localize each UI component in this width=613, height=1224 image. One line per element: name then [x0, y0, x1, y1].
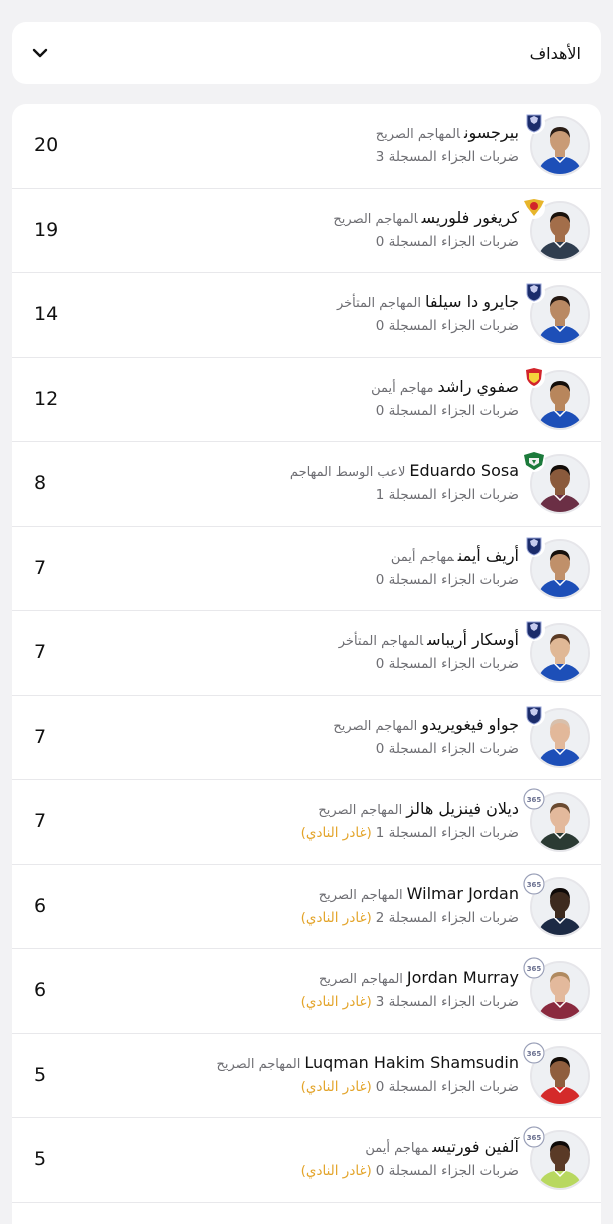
player-name: جايرو دا سيلفا [424, 292, 519, 311]
svg-text:365: 365 [527, 796, 542, 804]
player-name: Wilmar Jordan [406, 883, 519, 903]
penalties-scored: ضربات الجزاء المسجلة 0 [375, 1078, 519, 1095]
player-position: المهاجم الصريح [375, 127, 460, 142]
player-position: المهاجم الصريح [319, 972, 403, 987]
365-badge-icon: 365 [523, 872, 545, 895]
goals-count: 20 [34, 134, 59, 156]
365-badge-icon: 365 [523, 957, 545, 979]
svg-text:365: 365 [527, 1050, 542, 1058]
jdt-crest-icon [523, 112, 545, 134]
left-club-badge: (غادر النادي) [300, 1078, 372, 1095]
player-position: المهاجم الصريح [333, 718, 418, 734]
goals-count: 7 [34, 556, 47, 579]
jdt-crest-icon [523, 281, 545, 303]
left-club-badge: (غادر النادي) [300, 1163, 372, 1179]
penalties-scored: ضربات الجزاء المسجلة 0 [375, 656, 519, 672]
penalties-scored: ضربات الجزاء المسجلة 3 [375, 149, 519, 165]
player-position: مهاجم أيمن [371, 380, 434, 396]
svg-text:365: 365 [527, 881, 542, 889]
penalties-scored: ضربات الجزاء المسجلة 0 [375, 1163, 519, 1179]
player-position: المهاجم الصريح [318, 803, 403, 818]
365-badge-icon: 365 [523, 788, 545, 810]
selangor-crest-icon [523, 196, 545, 219]
goals-count: 6 [34, 894, 47, 917]
goals-count: 7 [34, 725, 47, 748]
penalties-scored: ضربات الجزاء المسجلة 0 [375, 740, 519, 757]
jdt-crest-icon [523, 619, 545, 641]
penalties-scored: ضربات الجزاء المسجلة 1 [375, 487, 519, 503]
goals-count: 12 [34, 387, 59, 410]
player-name: أوسكار أريباس [427, 630, 519, 649]
player-position: المهاجم الصريح [333, 211, 418, 227]
penalties-scored: ضربات الجزاء المسجلة 0 [375, 571, 519, 588]
stat-filter-label: الأهداف [529, 43, 581, 63]
player-name: صفوي راشد [437, 376, 519, 396]
player-name: أريف أيمن [457, 545, 519, 565]
player-name: Jordan Murray [406, 968, 519, 987]
svg-text:365: 365 [527, 1134, 542, 1142]
player-position: المهاجم المتأخر [338, 634, 424, 649]
jdt-crest-icon [523, 703, 545, 726]
chevron-down-icon[interactable] [28, 41, 52, 65]
left-club-badge: (غادر النادي) [300, 909, 372, 926]
goals-count: 6 [34, 979, 47, 1001]
penalties-scored: ضربات الجزاء المسجلة 0 [375, 402, 519, 419]
penalties-scored: ضربات الجزاء المسجلة 1 [375, 825, 519, 841]
player-position: المهاجم الصريح [318, 887, 403, 903]
player-name: ديلان فينزيل هالز [406, 799, 519, 818]
goals-count: 8 [34, 472, 47, 494]
top-scorers-list: بيرجسون المهاجم الصريح ضربات الجزاء المسجل… [12, 104, 601, 1224]
player-name: كريغور فلوريس [421, 207, 519, 227]
player-name: آلفين فورتيس [432, 1137, 519, 1156]
left-club-badge: (غادر النادي) [300, 994, 372, 1010]
goals-count: 19 [34, 218, 59, 241]
goals-count: 5 [34, 1063, 47, 1086]
goals-count: 7 [34, 641, 47, 663]
player-row[interactable]: 365 آلفين فورتيسمهاجم أيمن ضربات الجزاء ال… [12, 1118, 601, 1203]
player-position: المهاجم المتأخر [336, 296, 421, 311]
player-row[interactable]: أريف أيمنمهاجم أيمن ضربات الجزاء المسجلة … [12, 527, 601, 611]
player-row[interactable]: 365 Jordan Murrayالمهاجم الصريح ضربات الجز… [12, 949, 601, 1034]
penalties-scored: ضربات الجزاء المسجلة 2 [375, 909, 519, 926]
player-name: بيرجسون [464, 123, 519, 142]
player-row[interactable]: بيرجسون المهاجم الصريح ضربات الجزاء المسجل… [12, 104, 601, 189]
365-badge-icon: 365 [523, 1126, 545, 1148]
player-row[interactable]: Eduardo Sosaلاعب الوسط المهاجم ضربات الجز… [12, 442, 601, 527]
kedah-crest-icon [523, 365, 545, 388]
goals-count: 14 [34, 303, 59, 325]
goals-count: 5 [34, 1148, 47, 1170]
player-row[interactable]: أوسكار أريباسالمهاجم المتأخر ضربات الجزاء… [12, 611, 601, 696]
jdt-crest-icon [523, 534, 545, 557]
player-position: مهاجم أيمن [365, 1141, 429, 1156]
player-row[interactable]: صفوي راشدمهاجم أيمن ضربات الجزاء المسجلة … [12, 358, 601, 442]
player-name: جواو فيغويريدو [421, 714, 519, 734]
goals-count: 7 [34, 810, 47, 832]
left-club-badge: (غادر النادي) [300, 825, 372, 841]
player-row[interactable]: 365 Luqman Hakim Shamsudinالمهاجم الصريح ض… [12, 1034, 601, 1118]
player-row[interactable]: 365 Wilmar Jordanالمهاجم الصريح ضربات الجز… [12, 865, 601, 949]
penalties-scored: ضربات الجزاء المسجلة 3 [375, 994, 519, 1010]
penalties-scored: ضربات الجزاء المسجلة 0 [375, 233, 519, 250]
terengganu-crest-icon [523, 450, 545, 472]
svg-text:365: 365 [527, 965, 542, 973]
player-name: Luqman Hakim Shamsudin [304, 1052, 519, 1072]
penalties-scored: ضربات الجزاء المسجلة 0 [375, 318, 519, 334]
player-name: Eduardo Sosa [409, 461, 519, 480]
player-row[interactable]: جواو فيغويريدوالمهاجم الصريح ضربات الجزاء… [12, 696, 601, 780]
player-position: المهاجم الصريح [216, 1056, 301, 1072]
player-row[interactable]: جايرو دا سيلفاالمهاجم المتأخر ضربات الجزا… [12, 273, 601, 358]
player-position: مهاجم أيمن [390, 549, 454, 565]
player-row[interactable]: كريغور فلوريسالمهاجم الصريح ضربات الجزاء … [12, 189, 601, 273]
365-badge-icon: 365 [523, 1041, 545, 1064]
player-row[interactable]: 365 ديلان فينزيل هالزالمهاجم الصريح ضربات … [12, 780, 601, 865]
player-position: لاعب الوسط المهاجم [289, 465, 406, 480]
stat-filter-dropdown[interactable]: الأهداف [12, 22, 601, 84]
